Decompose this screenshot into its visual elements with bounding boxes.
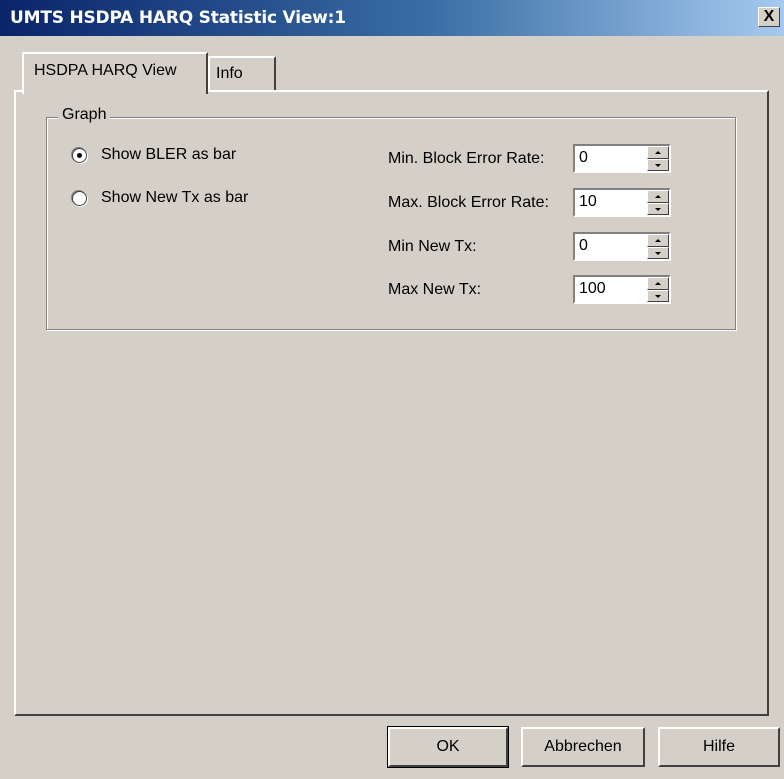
spin-down-icon[interactable] [647,289,669,302]
cancel-button[interactable]: Abbrechen [521,727,645,767]
close-button[interactable]: X [758,7,780,27]
close-icon: X [763,8,775,25]
spinbox-value[interactable]: 0 [575,234,647,259]
radio-label: Show New Tx as bar [101,189,249,206]
spin-buttons [647,190,669,215]
max-new-tx-label: Max New Tx: [388,281,482,298]
radio-button[interactable] [72,190,87,206]
spin-down-icon[interactable] [647,246,669,259]
spin-up-icon[interactable] [647,190,669,203]
spin-up-icon[interactable] [647,277,669,290]
help-button[interactable]: Hilfe [658,727,780,767]
spin-down-icon[interactable] [647,158,669,171]
max-block-error-rate-label: Max. Block Error Rate: [388,194,549,211]
spinbox-value[interactable]: 10 [575,190,647,215]
spin-up-icon[interactable] [647,234,669,247]
max-block-error-rate-spinbox[interactable]: 10 [573,188,671,217]
radio-show-new-tx-as-bar[interactable]: Show New Tx as bar [72,189,248,207]
graph-group-legend: Graph [58,106,111,124]
spinbox-value[interactable]: 0 [575,146,647,171]
tab-label: HSDPA HARQ View [34,62,177,79]
min-block-error-rate-label: Min. Block Error Rate: [388,150,545,167]
spinbox-value[interactable]: 100 [575,277,647,302]
spin-buttons [647,277,669,302]
radio-button-checked[interactable] [72,147,87,163]
tab-info[interactable]: Info [208,56,276,90]
min-block-error-rate-spinbox[interactable]: 0 [573,144,671,173]
spin-up-icon[interactable] [647,146,669,159]
spin-buttons [647,234,669,259]
tab-label: Info [216,65,243,82]
min-new-tx-spinbox[interactable]: 0 [573,232,671,261]
tab-hsdpa-harq-view[interactable]: HSDPA HARQ View [22,52,208,94]
dialog-window: UMTS HSDPA HARQ Statistic View:1 X HSDPA… [0,0,784,779]
ok-button[interactable]: OK [387,726,509,768]
max-new-tx-spinbox[interactable]: 100 [573,275,671,304]
spin-buttons [647,146,669,171]
radio-label: Show BLER as bar [101,146,237,163]
min-new-tx-label: Min New Tx: [388,238,477,255]
title-bar[interactable]: UMTS HSDPA HARQ Statistic View:1 X [0,0,784,36]
spin-down-icon[interactable] [647,202,669,215]
radio-show-bler-as-bar[interactable]: Show BLER as bar [72,146,236,164]
window-title: UMTS HSDPA HARQ Statistic View:1 [10,8,346,28]
